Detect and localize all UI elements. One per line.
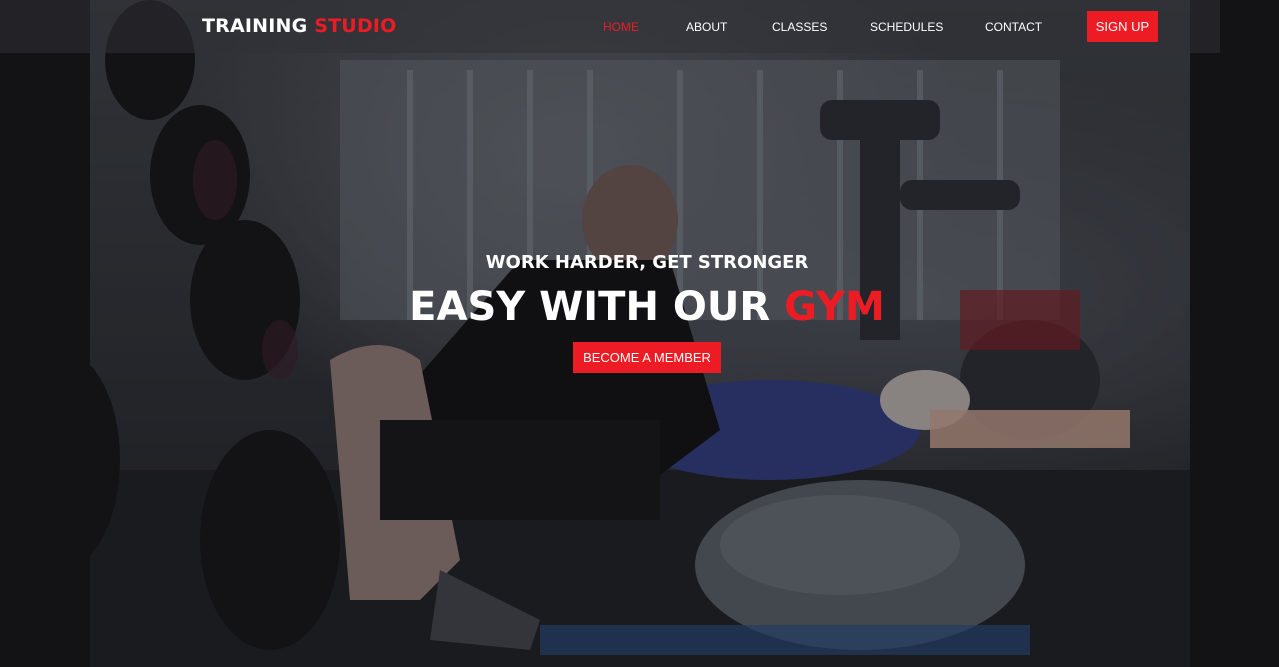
nav-item-contact[interactable]: CONTACT (985, 20, 1042, 34)
nav-item-home[interactable]: HOME (603, 20, 639, 34)
dark-overlay (0, 0, 1279, 667)
nav-item-about[interactable]: ABOUT (686, 20, 727, 34)
signup-button[interactable]: SIGN UP (1087, 11, 1158, 42)
hero-title-text: EASY WITH OUR (409, 284, 771, 330)
site-logo[interactable]: TRAINING STUDIO (202, 15, 397, 37)
nav-item-schedules[interactable]: SCHEDULES (870, 20, 943, 34)
become-member-button[interactable]: BECOME A MEMBER (573, 342, 721, 373)
hero-subtitle: WORK HARDER, GET STRONGER (485, 252, 809, 273)
hero-title: EASY WITH OUR GYM (0, 284, 1279, 330)
hero-section: TRAINING STUDIO HOME ABOUT CLASSES SCHED… (0, 0, 1279, 667)
hero-title-accent: GYM (784, 284, 885, 330)
nav-item-classes[interactable]: CLASSES (772, 20, 827, 34)
logo-text: TRAINING (202, 15, 308, 37)
top-header: TRAINING STUDIO HOME ABOUT CLASSES SCHED… (0, 0, 1220, 53)
logo-accent-text: STUDIO (314, 15, 397, 37)
